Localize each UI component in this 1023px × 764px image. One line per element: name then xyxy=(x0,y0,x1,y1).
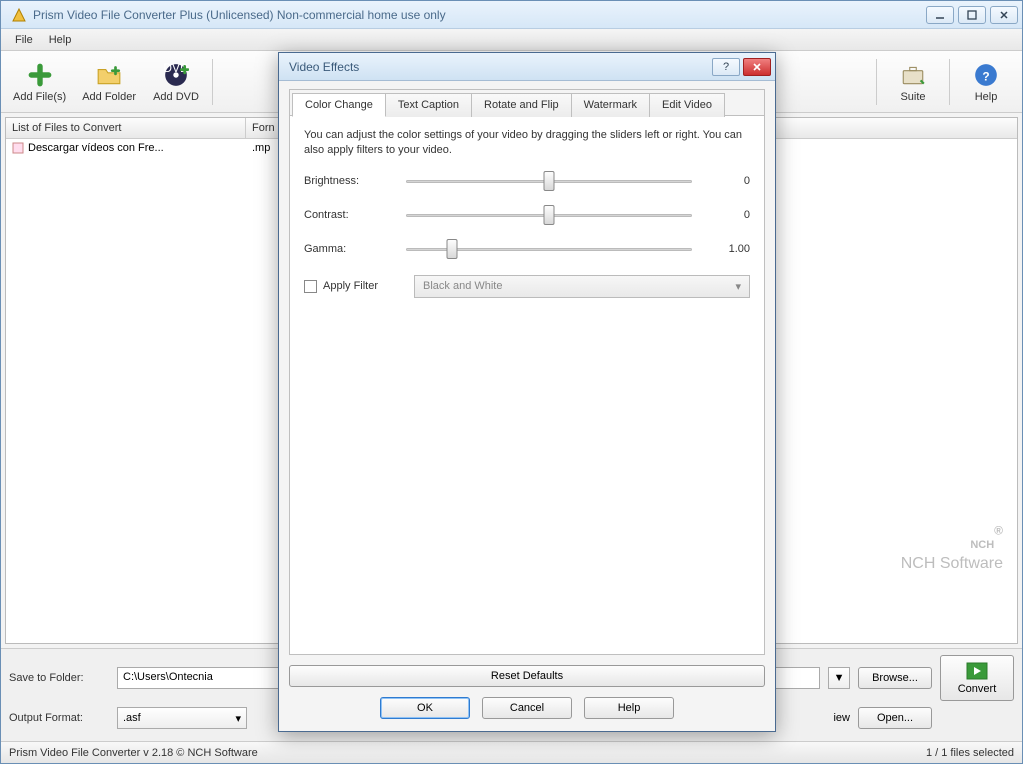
menubar: File Help xyxy=(1,29,1022,51)
contrast-label: Contrast: xyxy=(304,209,392,221)
add-folder-label: Add Folder xyxy=(82,91,136,103)
toolbar-separator xyxy=(876,59,877,105)
help-icon: ? xyxy=(972,61,1000,89)
apply-filter-label: Apply Filter xyxy=(323,280,378,292)
browse-button[interactable]: Browse... xyxy=(858,667,932,689)
reset-defaults-button[interactable]: Reset Defaults xyxy=(289,665,765,687)
save-to-dropdown[interactable]: ▼ xyxy=(828,667,850,689)
output-format-combo[interactable]: .asf▾ xyxy=(117,707,247,729)
window-title: Prism Video File Converter Plus (Unlicen… xyxy=(33,8,926,22)
tab-color-change[interactable]: Color Change xyxy=(292,93,386,117)
chevron-down-icon: ▾ xyxy=(735,280,741,293)
dialog-help-button[interactable]: ? xyxy=(712,58,740,76)
help-button[interactable]: ? Help xyxy=(954,58,1018,106)
menu-file[interactable]: File xyxy=(7,31,41,49)
tab-content: You can adjust the color settings of you… xyxy=(290,115,764,654)
contrast-row: Contrast: 0 xyxy=(304,207,750,223)
gamma-slider[interactable] xyxy=(406,241,692,257)
svg-text:?: ? xyxy=(723,62,729,72)
dialog-help-button-bottom[interactable]: Help xyxy=(584,697,674,719)
folder-plus-icon xyxy=(95,61,123,89)
convert-icon xyxy=(965,661,989,681)
gamma-value: 1.00 xyxy=(706,243,750,255)
brightness-slider[interactable] xyxy=(406,173,692,189)
color-description: You can adjust the color settings of you… xyxy=(304,128,750,159)
contrast-value: 0 xyxy=(706,209,750,221)
minimize-button[interactable] xyxy=(926,6,954,24)
tab-text-caption[interactable]: Text Caption xyxy=(385,93,472,117)
add-files-label: Add File(s) xyxy=(13,91,66,103)
filter-combo: Black and White ▾ xyxy=(414,275,750,298)
add-folder-button[interactable]: Add Folder xyxy=(74,58,144,106)
add-files-button[interactable]: Add File(s) xyxy=(5,58,74,106)
brightness-row: Brightness: 0 xyxy=(304,173,750,189)
titlebar: Prism Video File Converter Plus (Unlicen… xyxy=(1,1,1022,29)
plus-icon xyxy=(26,61,54,89)
dialog-close-button[interactable] xyxy=(743,58,771,76)
open-button[interactable]: Open... xyxy=(858,707,932,729)
tab-edit-video[interactable]: Edit Video xyxy=(649,93,725,117)
file-icon xyxy=(12,142,24,154)
toolbar-separator xyxy=(949,59,950,105)
convert-button[interactable]: Convert xyxy=(940,655,1014,701)
file-name: Descargar vídeos con Fre... xyxy=(28,142,164,154)
toolbar-separator xyxy=(212,59,213,105)
apply-filter-checkbox[interactable]: Apply Filter xyxy=(304,280,414,293)
add-dvd-button[interactable]: DVD Add DVD xyxy=(144,58,208,106)
suite-button[interactable]: Suite xyxy=(881,58,945,106)
brightness-label: Brightness: xyxy=(304,175,392,187)
dvd-icon: DVD xyxy=(162,61,190,89)
menu-help[interactable]: Help xyxy=(41,31,80,49)
tab-watermark[interactable]: Watermark xyxy=(571,93,650,117)
gamma-row: Gamma: 1.00 xyxy=(304,241,750,257)
dialog-title: Video Effects xyxy=(289,60,709,74)
video-effects-dialog: Video Effects ? Color Change Text Captio… xyxy=(278,52,776,732)
preview-label-tail: iew xyxy=(833,712,850,724)
tabs-container: Color Change Text Caption Rotate and Fli… xyxy=(289,89,765,655)
status-left: Prism Video File Converter v 2.18 © NCH … xyxy=(9,747,258,759)
add-dvd-label: Add DVD xyxy=(153,91,199,103)
brightness-value: 0 xyxy=(706,175,750,187)
suite-label: Suite xyxy=(900,91,925,103)
filter-value: Black and White xyxy=(423,280,502,292)
convert-label: Convert xyxy=(958,683,997,695)
tabstrip: Color Change Text Caption Rotate and Fli… xyxy=(290,90,764,116)
filter-row: Apply Filter Black and White ▾ xyxy=(304,275,750,298)
dialog-buttons: OK Cancel Help xyxy=(289,687,765,723)
tab-rotate-flip[interactable]: Rotate and Flip xyxy=(471,93,572,117)
status-right: 1 / 1 files selected xyxy=(926,747,1014,759)
close-button[interactable] xyxy=(990,6,1018,24)
cancel-button[interactable]: Cancel xyxy=(482,697,572,719)
statusbar: Prism Video File Converter v 2.18 © NCH … xyxy=(1,741,1022,763)
svg-text:?: ? xyxy=(982,69,989,83)
column-file[interactable]: List of Files to Convert xyxy=(6,118,246,138)
gamma-label: Gamma: xyxy=(304,243,392,255)
ok-button[interactable]: OK xyxy=(380,697,470,719)
maximize-button[interactable] xyxy=(958,6,986,24)
briefcase-icon xyxy=(899,61,927,89)
dialog-titlebar: Video Effects ? xyxy=(279,53,775,81)
help-label: Help xyxy=(975,91,998,103)
app-icon xyxy=(11,7,27,23)
contrast-slider[interactable] xyxy=(406,207,692,223)
save-to-label: Save to Folder: xyxy=(9,672,109,684)
output-format-label: Output Format: xyxy=(9,712,109,724)
nch-logo: NCH® NCH Software xyxy=(901,517,1003,573)
